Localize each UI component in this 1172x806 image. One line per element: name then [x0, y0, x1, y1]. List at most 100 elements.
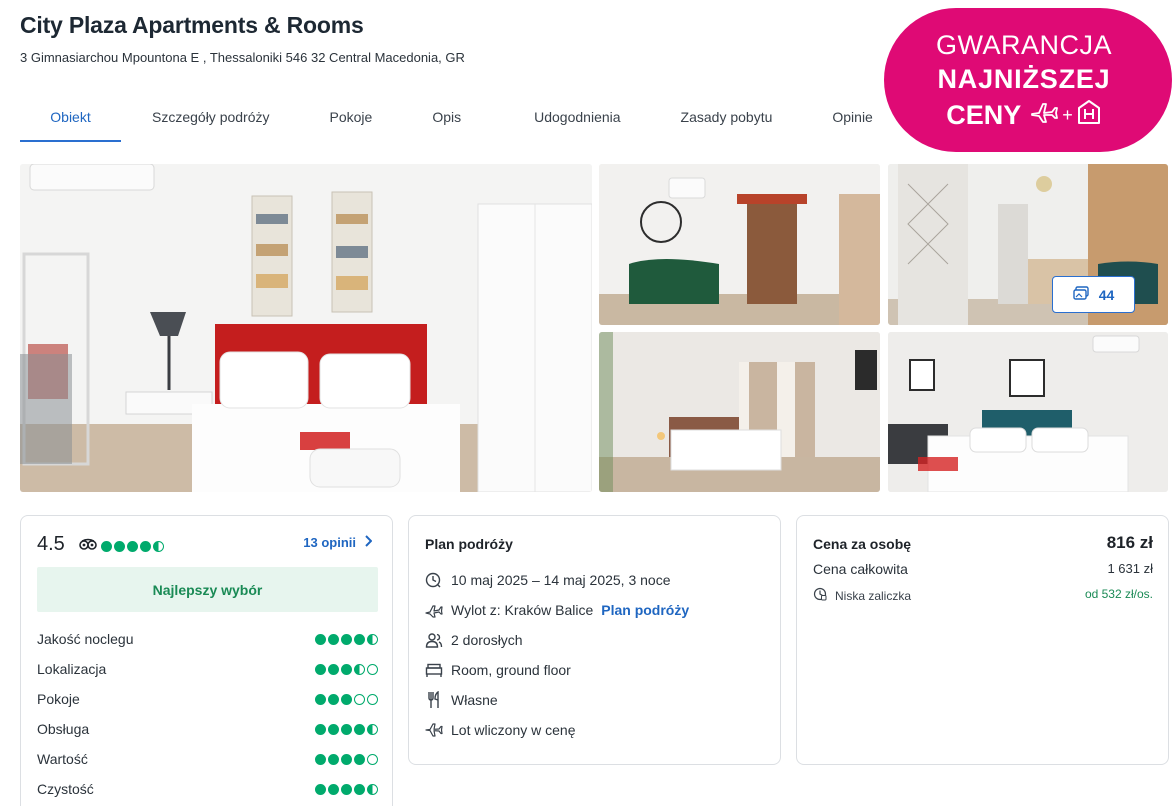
- travel-plan-card: Plan podróży 10 maj 2025 – 14 maj 2025, …: [408, 515, 781, 765]
- rating-dot: [315, 663, 326, 675]
- deposit-value: od 532 zł/os.: [1084, 587, 1153, 601]
- tab-udogodnienia[interactable]: Udogodnienia: [534, 96, 620, 142]
- total-price-value: 1 631 zł: [1107, 561, 1153, 576]
- rating-label: Wartość: [37, 751, 88, 767]
- total-price-label: Cena całkowita: [813, 561, 908, 577]
- rating-dot: [315, 693, 326, 705]
- bed-icon: [425, 661, 443, 679]
- rating-label: Pokoje: [37, 691, 80, 707]
- hotel-address: 3 Gimnasiarchou Mpountona E , Thessaloni…: [20, 50, 465, 65]
- rating-dots: [315, 693, 378, 705]
- rating-dot: [367, 723, 378, 735]
- plane-takeoff-icon: [425, 601, 443, 619]
- all-photos-button[interactable]: 44: [1052, 276, 1135, 313]
- rating-dot: [328, 723, 339, 735]
- rating-score: 4.5: [37, 533, 65, 555]
- rating-dot: [328, 633, 339, 645]
- plan-dates-row: 10 maj 2025 – 14 maj 2025, 3 noce: [425, 565, 689, 595]
- cutlery-icon: [425, 691, 443, 709]
- plan-board-row: Własne: [425, 685, 689, 715]
- rating-dot: [315, 783, 326, 795]
- plan-itinerary-link[interactable]: Plan podróży: [601, 602, 689, 618]
- plan-dates: 10 maj 2025 – 14 maj 2025, 3 noce: [451, 572, 671, 588]
- calendar-clock-icon: [425, 571, 443, 589]
- rating-row-service: Obsługa: [37, 714, 378, 744]
- rating-dot: [341, 693, 352, 705]
- badge-line-3: CENY: [946, 100, 1022, 130]
- plan-room: Room, ground floor: [451, 662, 571, 678]
- photo-count-value: 44: [1098, 286, 1115, 303]
- rating-label: Obsługa: [37, 721, 90, 737]
- rating-dot: [354, 633, 365, 645]
- plan-guests: 2 dorosłych: [451, 632, 523, 648]
- deposit-icon: [813, 587, 827, 604]
- rating-row-quality: Jakość noclegu: [37, 624, 378, 654]
- ratings-card: 4.5 13 opinii Najlepszy wybór Jakość noc…: [20, 515, 393, 806]
- rating-dot: [367, 663, 378, 675]
- plan-guests-row: 2 dorosłych: [425, 625, 689, 655]
- rating-dot: [328, 783, 339, 795]
- rating-dot: [341, 753, 352, 765]
- plane-icon: [425, 721, 443, 739]
- section-tabs: Obiekt Szczegóły podróży Pokoje Opis Udo…: [20, 96, 873, 142]
- photos-icon: [1073, 286, 1089, 303]
- rating-dots: [315, 633, 378, 645]
- people-icon: [425, 631, 443, 649]
- rating-dot: [354, 753, 365, 765]
- rating-dot: [328, 663, 339, 675]
- rating-row-location: Lokalizacja: [37, 654, 378, 684]
- plan-flight: Lot wliczony w cenę: [451, 722, 576, 738]
- rating-dot: [328, 753, 339, 765]
- plan-board: Własne: [451, 692, 498, 708]
- tab-opinie[interactable]: Opinie: [832, 96, 872, 142]
- hotel-title: City Plaza Apartments & Rooms: [20, 12, 364, 38]
- rating-row-cleanliness: Czystość: [37, 774, 378, 804]
- deposit-label: Niska zaliczka: [835, 588, 912, 603]
- rating-dots: [315, 723, 378, 735]
- chevron-right-icon: [364, 535, 373, 550]
- tab-opis[interactable]: Opis: [432, 96, 461, 142]
- badge-line-2: NAJNIŻSZEJ: [937, 64, 1111, 94]
- rating-dot: [367, 633, 378, 645]
- plan-departure-row: Wylot z: Kraków Balice Plan podróży: [425, 595, 689, 625]
- rating-dot: [354, 783, 365, 795]
- rating-dots: [315, 663, 378, 675]
- rating-breakdown: Jakość noclegu Lokalizacja Pokoje Obsług…: [37, 624, 378, 804]
- rating-row-value: Wartość: [37, 744, 378, 774]
- plan-room-row: Room, ground floor: [425, 655, 689, 685]
- rating-label: Jakość noclegu: [37, 631, 134, 647]
- badge-line-3-row: CENY +: [884, 98, 1164, 133]
- rating-dot: [341, 633, 352, 645]
- rating-dot: [328, 693, 339, 705]
- rating-dot: [341, 723, 352, 735]
- rating-dot: [140, 540, 151, 552]
- rating-dot: [354, 723, 365, 735]
- tab-szczegoly-podrozy[interactable]: Szczegóły podróży: [152, 96, 270, 142]
- tripadvisor-rating: [79, 537, 164, 555]
- photo-bedroom-window[interactable]: [599, 332, 880, 492]
- tripadvisor-owl-icon: [79, 537, 97, 555]
- reviews-link-label: 13 opinii: [303, 535, 356, 550]
- badge-plus: +: [1062, 105, 1073, 125]
- photo-main-bedroom[interactable]: [20, 164, 592, 492]
- price-per-person-value: 816 zł: [1106, 533, 1153, 552]
- photo-lobby[interactable]: [599, 164, 880, 325]
- rating-dot: [114, 540, 125, 552]
- rating-dot: [367, 753, 378, 765]
- rating-dot: [153, 540, 164, 552]
- lowest-price-guarantee-badge: GWARANCJA NAJNIŻSZEJ CENY +: [884, 8, 1172, 152]
- price-per-person-label: Cena za osobę: [813, 536, 912, 552]
- rating-dot: [367, 783, 378, 795]
- rating-dots: [315, 753, 378, 765]
- reviews-link[interactable]: 13 opinii: [303, 535, 373, 550]
- rating-label: Lokalizacja: [37, 661, 107, 677]
- best-choice-banner: Najlepszy wybór: [37, 567, 378, 612]
- tab-pokoje[interactable]: Pokoje: [330, 96, 373, 142]
- tab-obiekt[interactable]: Obiekt: [20, 96, 121, 142]
- photo-bedroom-teal[interactable]: [888, 332, 1168, 492]
- rating-dot: [315, 723, 326, 735]
- rating-dots: [315, 783, 378, 795]
- rating-label: Czystość: [37, 781, 94, 797]
- tab-zasady-pobytu[interactable]: Zasady pobytu: [681, 96, 773, 142]
- badge-icons: +: [1029, 98, 1102, 133]
